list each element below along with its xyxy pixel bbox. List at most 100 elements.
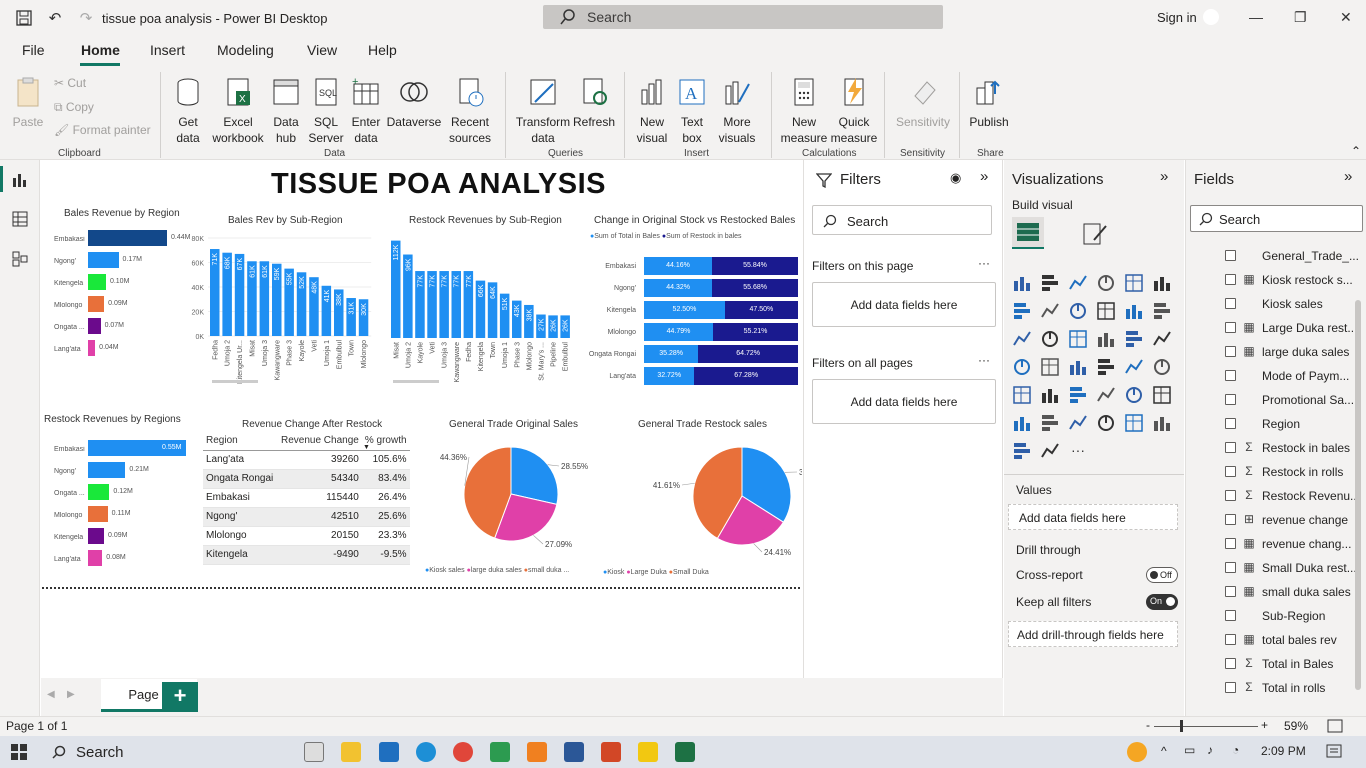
chart-bar[interactable] xyxy=(88,230,167,246)
field-checkbox[interactable] xyxy=(1225,682,1236,693)
cut-button[interactable]: ✂ Cut xyxy=(54,75,86,91)
build-visual-tab[interactable] xyxy=(1012,217,1044,249)
close-icon[interactable]: ✕ xyxy=(1340,9,1352,26)
field-checkbox[interactable] xyxy=(1225,418,1236,429)
drill-through-drop-zone[interactable]: Add drill-through fields here xyxy=(1008,621,1178,647)
chart-bar[interactable] xyxy=(88,550,103,566)
chart-bar[interactable] xyxy=(88,340,96,356)
account-avatar[interactable] xyxy=(1203,9,1219,25)
field-checkbox[interactable] xyxy=(1225,298,1236,309)
field-checkbox[interactable] xyxy=(1225,610,1236,621)
store-icon[interactable] xyxy=(490,742,510,762)
donut-icon[interactable] xyxy=(1124,329,1144,349)
field-checkbox[interactable] xyxy=(1225,466,1236,477)
waterfall-icon[interactable] xyxy=(1012,329,1032,349)
field-checkbox[interactable] xyxy=(1225,274,1236,285)
new-visual-button[interactable]: New visual xyxy=(632,76,672,146)
redo-icon[interactable]: ↷ xyxy=(76,8,96,28)
taskbar-search[interactable]: Search xyxy=(76,744,124,761)
windows-start-icon[interactable] xyxy=(11,744,27,760)
new-measure-button[interactable]: New measure xyxy=(780,76,828,146)
area-icon[interactable] xyxy=(1040,301,1060,321)
collapse-fields-icon[interactable]: » xyxy=(1344,168,1352,185)
file-explorer-icon[interactable] xyxy=(341,742,361,762)
save-icon[interactable] xyxy=(14,8,34,28)
data-hub-button[interactable]: Data hub xyxy=(266,76,306,146)
stacked-column-icon[interactable] xyxy=(1040,273,1060,293)
excel-icon[interactable] xyxy=(675,742,695,762)
wifi-icon[interactable]: ◔ xyxy=(1232,743,1239,757)
powerbi-icon[interactable] xyxy=(638,742,658,762)
fit-page-icon[interactable] xyxy=(1327,719,1343,733)
field-checkbox[interactable] xyxy=(1225,634,1236,645)
scrollbar[interactable] xyxy=(212,380,258,383)
table-row[interactable]: Kitengela -9490 -9.5% xyxy=(203,545,410,565)
map-icon[interactable] xyxy=(1012,357,1032,377)
field-checkbox[interactable] xyxy=(1225,562,1236,573)
sensitivity-button[interactable]: Sensitivity xyxy=(892,76,954,130)
gt-restock-pie[interactable]: 33.97% 24.41% 41.61% xyxy=(606,436,802,576)
table-icon[interactable] xyxy=(1040,385,1060,405)
excel-workbook-button[interactable]: X Excel workbook xyxy=(210,76,266,146)
collapse-viz-icon[interactable]: » xyxy=(1160,168,1168,185)
field-item[interactable]: ▦ large duka sales xyxy=(1186,340,1366,364)
undo-icon[interactable]: ↶ xyxy=(45,8,65,28)
chart-bar[interactable] xyxy=(88,462,126,478)
battery-icon[interactable]: ▭ xyxy=(1184,743,1195,757)
filled-map-icon[interactable] xyxy=(1040,357,1060,377)
dataverse-button[interactable]: Dataverse xyxy=(386,76,442,130)
multi-row-card-icon[interactable] xyxy=(1124,357,1144,377)
add-page-button[interactable]: + xyxy=(162,682,198,712)
field-item[interactable]: Σ Restock in bales xyxy=(1186,436,1366,460)
stacked-bar-icon[interactable] xyxy=(1012,273,1032,293)
recent-sources-button[interactable]: Recent sources xyxy=(442,76,498,146)
pie-icon[interactable] xyxy=(1096,329,1116,349)
more-icon[interactable]: ··· xyxy=(1068,441,1088,461)
diamond-icon[interactable] xyxy=(1012,441,1032,461)
field-checkbox[interactable] xyxy=(1225,322,1236,333)
field-checkbox[interactable] xyxy=(1225,442,1236,453)
field-item[interactable]: Promotional Sa... xyxy=(1186,388,1366,412)
tab-file[interactable]: File xyxy=(22,42,45,58)
format-visual-icon[interactable] xyxy=(1082,220,1108,246)
chevrons-icon[interactable] xyxy=(1040,441,1060,461)
tab-home[interactable]: Home xyxy=(81,42,120,58)
scrollbar[interactable] xyxy=(1355,300,1361,690)
sql-server-button[interactable]: SQL SQL Server xyxy=(306,76,346,146)
table-row[interactable]: Ongata Rongai 54340 83.4% xyxy=(203,469,410,489)
slicer-icon[interactable] xyxy=(1012,385,1032,405)
field-item[interactable]: Σ Restock Revenu... xyxy=(1186,484,1366,508)
enter-data-button[interactable]: + Enter data xyxy=(348,76,384,146)
table-row[interactable]: Embakasi 115440 26.4% xyxy=(203,488,410,508)
kpi-icon[interactable] xyxy=(1152,357,1172,377)
power-automate-icon[interactable] xyxy=(1152,413,1172,433)
python-visual-icon[interactable] xyxy=(1124,385,1144,405)
card-icon[interactable] xyxy=(1096,357,1116,377)
minimize-icon[interactable]: — xyxy=(1249,9,1263,25)
page-filter-drop-zone[interactable]: Add data fields here xyxy=(812,282,996,327)
funnel-icon[interactable] xyxy=(1040,329,1060,349)
field-item[interactable]: Σ Total in Bales xyxy=(1186,652,1366,676)
table-row[interactable]: Mlolongo 20150 23.3% xyxy=(203,526,410,546)
field-item[interactable]: ▦ Large Duka rest... xyxy=(1186,316,1366,340)
decomposition-tree-icon[interactable] xyxy=(1012,413,1032,433)
qa-icon[interactable] xyxy=(1040,413,1060,433)
zoom-out-icon[interactable]: - xyxy=(1146,718,1150,732)
chart-bar[interactable] xyxy=(88,528,105,544)
field-item[interactable]: Σ Restock in rolls xyxy=(1186,460,1366,484)
bales-by-region-chart[interactable]: Embakasi 0.44M Ngong' 0.17M Kitengela 0.10M Ml… xyxy=(41,230,191,370)
edge-icon[interactable] xyxy=(416,742,436,762)
chart-bar[interactable] xyxy=(88,274,106,290)
zoom-in-icon[interactable]: + xyxy=(1261,718,1268,732)
weather-icon[interactable] xyxy=(1127,742,1147,762)
100-column-icon[interactable] xyxy=(1152,273,1172,293)
report-view-icon[interactable] xyxy=(12,172,28,188)
clustered-column-icon[interactable] xyxy=(1096,273,1116,293)
next-page-icon[interactable]: ▶ xyxy=(67,689,75,700)
chevron-up-icon[interactable]: ^ xyxy=(1161,744,1167,758)
format-painter-button[interactable]: 🖌 Format painter xyxy=(54,122,151,138)
values-drop-zone[interactable]: Add data fields here xyxy=(1008,504,1178,530)
get-data-button[interactable]: Get data xyxy=(168,76,208,146)
field-item[interactable]: General_Trade_... xyxy=(1186,244,1366,268)
word-icon[interactable] xyxy=(564,742,584,762)
